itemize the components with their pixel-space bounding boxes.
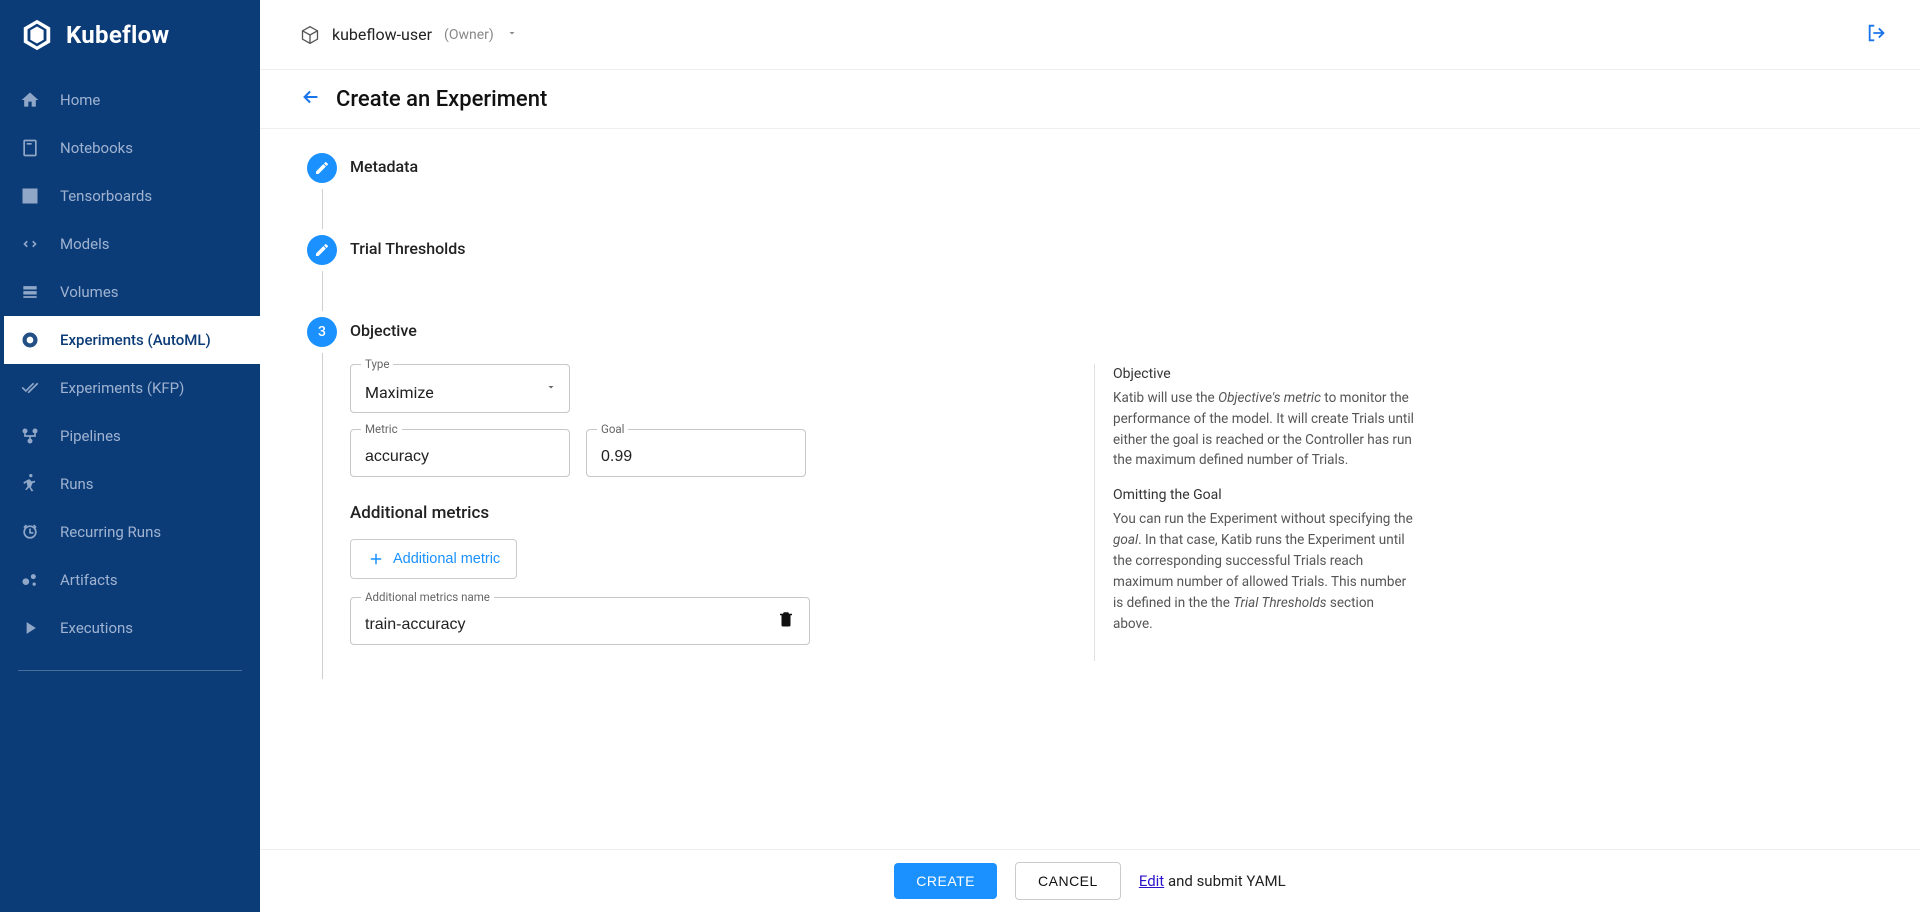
storage-icon [20, 282, 40, 302]
sidebar-item-label: Tensorboards [60, 187, 152, 205]
field-value: Maximize [365, 383, 434, 402]
field-label: Type [361, 357, 393, 371]
sidebar-item-notebooks[interactable]: Notebooks [0, 124, 260, 172]
yaml-note: Edit and submit YAML [1139, 872, 1286, 890]
topbar: kubeflow-user (Owner) [260, 0, 1920, 70]
help-paragraph: You can run the Experiment without speci… [1113, 509, 1414, 635]
additional-metric-field[interactable] [365, 616, 795, 634]
main: kubeflow-user (Owner) Create an Experime… [260, 0, 1920, 912]
trash-icon [777, 610, 795, 628]
edit-yaml-link[interactable]: Edit [1139, 872, 1164, 890]
sidebar-item-label: Artifacts [60, 571, 118, 589]
objective-goal-input[interactable]: Goal [586, 429, 806, 477]
sidebar-item-models[interactable]: Models [0, 220, 260, 268]
objective-type-select[interactable]: Type Maximize [350, 364, 570, 413]
create-button[interactable]: CREATE [894, 863, 997, 899]
arrow-back-icon [300, 86, 322, 108]
book-icon [20, 138, 40, 158]
objective-metric-input[interactable]: Metric [350, 429, 570, 477]
objective-help-panel: Objective Katib will use the Objective's… [1094, 364, 1414, 661]
sidebar-item-label: Volumes [60, 283, 119, 301]
home-icon [20, 90, 40, 110]
sidebar-item-experiments-automl[interactable]: Experiments (AutoML) [0, 316, 260, 364]
katib-icon [20, 330, 40, 350]
stepper: Metadata Trial Thresholds 3 [298, 153, 1418, 685]
sidebar-item-recurring-runs[interactable]: Recurring Runs [0, 508, 260, 556]
additional-metrics-heading: Additional metrics [350, 503, 1070, 523]
sidebar-item-label: Runs [60, 475, 94, 493]
sidebar-item-label: Pipelines [60, 427, 121, 445]
page-title: Create an Experiment [336, 87, 547, 112]
sidebar-divider [18, 670, 242, 671]
chevron-down-icon [506, 27, 518, 43]
plus-icon [367, 550, 385, 568]
namespace-icon [300, 25, 320, 45]
field-label: Additional metrics name [361, 590, 494, 604]
help-title: Objective [1113, 364, 1414, 386]
sidebar-item-volumes[interactable]: Volumes [0, 268, 260, 316]
sidebar-item-label: Models [60, 235, 109, 253]
brand-name: Kubeflow [66, 21, 169, 49]
step-title[interactable]: Trial Thresholds [346, 235, 1418, 282]
sidebar-item-label: Recurring Runs [60, 523, 161, 541]
help-paragraph: Katib will use the Objective's metric to… [1113, 388, 1414, 472]
step-edit-icon[interactable] [307, 235, 337, 265]
chart-icon [20, 186, 40, 206]
namespace-selector[interactable]: kubeflow-user (Owner) [300, 25, 518, 45]
step-metadata: Metadata [298, 153, 1418, 235]
page-header: Create an Experiment [260, 70, 1920, 129]
sidebar-item-label: Experiments (KFP) [60, 379, 184, 397]
step-objective: 3 Objective Type Maximize [298, 317, 1418, 685]
back-button[interactable] [300, 86, 322, 112]
sidebar-item-label: Home [60, 91, 100, 109]
step-title[interactable]: Metadata [346, 153, 1418, 200]
sidebar-item-tensorboards[interactable]: Tensorboards [0, 172, 260, 220]
bubble-chart-icon [20, 570, 40, 590]
sidebar-nav: Home Notebooks Tensorboards Models Volum… [0, 76, 260, 652]
logout-icon [1866, 22, 1888, 44]
button-label: Additional metric [393, 551, 500, 567]
check-all-icon [20, 378, 40, 398]
action-footer: CREATE CANCEL Edit and submit YAML [260, 849, 1920, 912]
content: Metadata Trial Thresholds 3 [260, 129, 1920, 849]
logout-button[interactable] [1866, 22, 1888, 48]
sidebar: Kubeflow Home Notebooks Tensorboards Mod… [0, 0, 260, 912]
metric-field[interactable] [365, 448, 555, 466]
kubeflow-logo-icon [20, 18, 54, 52]
sidebar-item-label: Notebooks [60, 139, 133, 157]
sidebar-item-label: Experiments (AutoML) [60, 331, 211, 349]
field-label: Goal [597, 422, 628, 436]
additional-metric-name-input[interactable]: Additional metrics name [350, 597, 810, 645]
step-title[interactable]: Objective [346, 317, 1418, 364]
run-icon [20, 474, 40, 494]
cancel-button[interactable]: CANCEL [1015, 862, 1121, 900]
sidebar-item-pipelines[interactable]: Pipelines [0, 412, 260, 460]
step-trial-thresholds: Trial Thresholds [298, 235, 1418, 317]
sidebar-item-artifacts[interactable]: Artifacts [0, 556, 260, 604]
help-title: Omitting the Goal [1113, 485, 1414, 507]
pipeline-icon [20, 426, 40, 446]
chevron-down-icon [545, 381, 557, 397]
delete-metric-button[interactable] [777, 610, 795, 632]
code-icon [20, 234, 40, 254]
field-label: Metric [361, 422, 402, 436]
sidebar-item-label: Executions [60, 619, 133, 637]
namespace-role: (Owner) [444, 27, 494, 43]
brand: Kubeflow [0, 0, 260, 76]
step-edit-icon[interactable] [307, 153, 337, 183]
sidebar-item-experiments-kfp[interactable]: Experiments (KFP) [0, 364, 260, 412]
sidebar-item-home[interactable]: Home [0, 76, 260, 124]
step-number-badge: 3 [307, 317, 337, 347]
sidebar-item-executions[interactable]: Executions [0, 604, 260, 652]
add-additional-metric-button[interactable]: Additional metric [350, 539, 517, 579]
sidebar-item-runs[interactable]: Runs [0, 460, 260, 508]
goal-field[interactable] [601, 448, 791, 466]
objective-form: Type Maximize Metric [350, 364, 1070, 661]
namespace-name: kubeflow-user [332, 25, 432, 44]
play-icon [20, 618, 40, 638]
alarm-icon [20, 522, 40, 542]
